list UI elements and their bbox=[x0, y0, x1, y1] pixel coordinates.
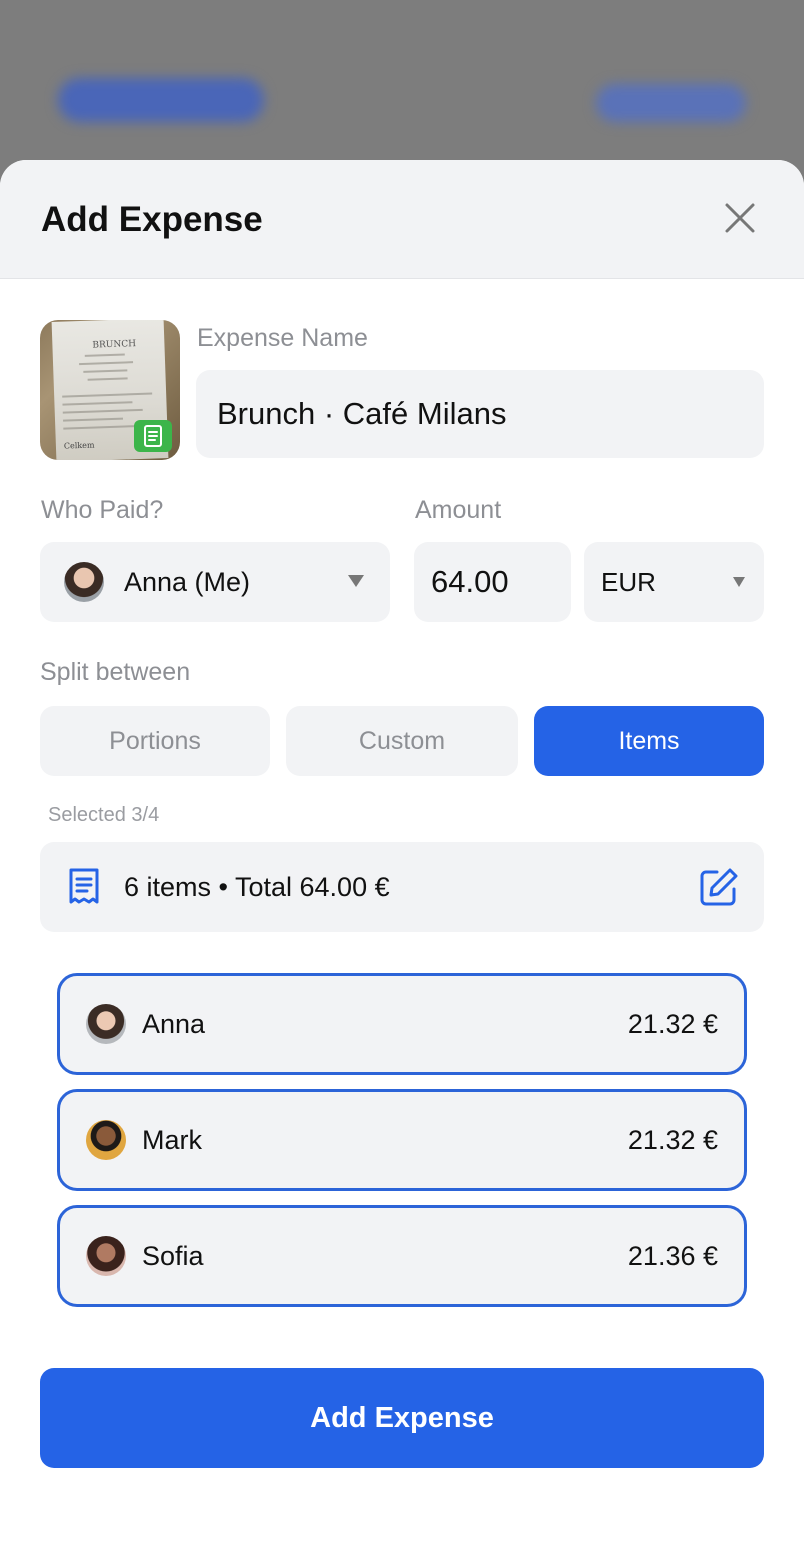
tab-portions[interactable]: Portions bbox=[40, 706, 270, 776]
amount-field[interactable]: 64.00 bbox=[414, 542, 571, 622]
amount-label: Amount bbox=[415, 496, 502, 524]
receipt-line bbox=[63, 425, 138, 430]
tab-custom[interactable]: Custom bbox=[286, 706, 518, 776]
avatar bbox=[86, 1236, 126, 1276]
who-paid-label: Who Paid? bbox=[41, 496, 164, 524]
receipt-line bbox=[84, 353, 125, 357]
receipt-line bbox=[62, 408, 143, 414]
selected-count: Selected 3/4 bbox=[48, 804, 160, 826]
avatar bbox=[86, 1004, 126, 1044]
sheet-title: Add Expense bbox=[41, 200, 263, 239]
background-button-blur bbox=[596, 84, 746, 122]
person-name: Mark bbox=[142, 1124, 202, 1155]
chevron-down-icon bbox=[733, 577, 745, 587]
tab-items[interactable]: Items bbox=[534, 706, 764, 776]
items-summary-text: 6 items • Total 64.00 € bbox=[124, 871, 390, 902]
add-expense-sheet: Add Expense BRUNCH Celkem Expense Name B… bbox=[0, 160, 804, 1548]
chevron-down-icon bbox=[348, 575, 364, 587]
split-label: Split between bbox=[40, 658, 191, 686]
receipt-line bbox=[79, 361, 134, 366]
currency-select[interactable]: EUR bbox=[584, 542, 764, 622]
person-row-mark[interactable]: Mark 21.32 € bbox=[57, 1089, 747, 1191]
receipt-icon bbox=[144, 425, 162, 447]
close-icon bbox=[725, 203, 755, 233]
sheet-header: Add Expense bbox=[0, 160, 804, 279]
person-amount: 21.32 € bbox=[627, 1008, 718, 1039]
receipt-line bbox=[83, 369, 128, 373]
edit-icon[interactable] bbox=[699, 867, 739, 907]
person-name: Anna bbox=[142, 1008, 206, 1039]
receipt-line bbox=[87, 377, 128, 381]
who-paid-select[interactable]: Anna (Me) bbox=[40, 542, 390, 622]
person-row-anna[interactable]: Anna 21.32 € bbox=[57, 973, 747, 1075]
avatar bbox=[86, 1120, 126, 1160]
receipt-list-icon bbox=[69, 868, 99, 904]
person-amount: 21.32 € bbox=[627, 1124, 718, 1155]
currency-value: EUR bbox=[601, 566, 656, 597]
person-row-sofia[interactable]: Sofia 21.36 € bbox=[57, 1205, 747, 1307]
who-paid-value: Anna (Me) bbox=[124, 566, 251, 597]
background-title-blur bbox=[58, 78, 264, 122]
receipt-footer-text: Celkem bbox=[63, 440, 95, 451]
avatar bbox=[64, 562, 104, 602]
receipt-line bbox=[62, 392, 153, 398]
background-app bbox=[0, 0, 804, 180]
expense-name-label: Expense Name bbox=[197, 324, 368, 352]
expense-name-field[interactable]: Brunch · Café Milans bbox=[196, 370, 764, 458]
items-summary[interactable]: 6 items • Total 64.00 € bbox=[40, 842, 764, 932]
receipt-badge bbox=[134, 420, 172, 452]
person-name: Sofia bbox=[142, 1240, 204, 1271]
receipt-header-text: BRUNCH bbox=[92, 339, 137, 351]
receipt-line bbox=[62, 401, 133, 406]
person-amount: 21.36 € bbox=[627, 1240, 718, 1271]
close-button[interactable] bbox=[718, 196, 762, 240]
add-expense-button[interactable]: Add Expense bbox=[40, 1368, 764, 1468]
expense-name-value: Brunch · Café Milans bbox=[217, 396, 507, 431]
amount-value: 64.00 bbox=[431, 564, 509, 599]
receipt-line bbox=[63, 417, 124, 422]
receipt-photo[interactable]: BRUNCH Celkem bbox=[40, 320, 180, 460]
